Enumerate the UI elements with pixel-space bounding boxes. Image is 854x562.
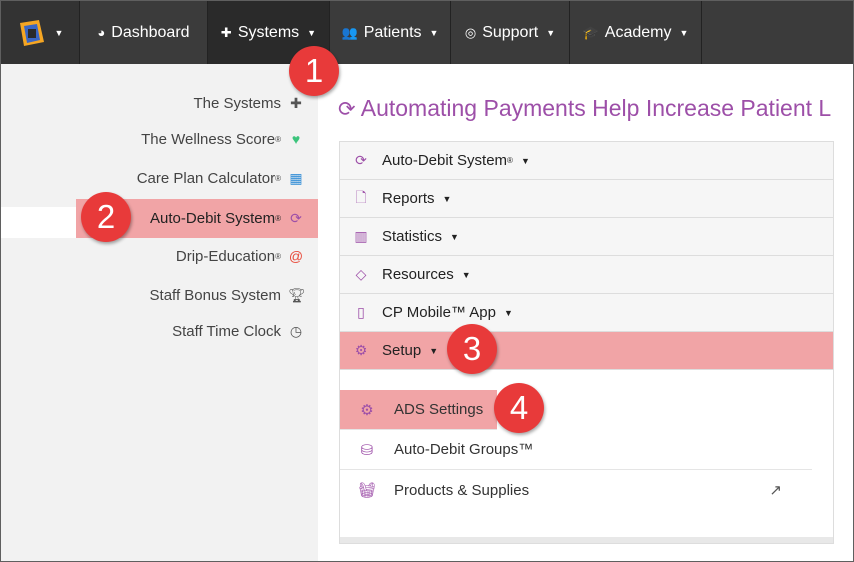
sidebar: The Systems ✚ The Wellness Score ® ♥ Care… bbox=[1, 64, 318, 561]
sidebar-item-label: The Wellness Score bbox=[141, 130, 276, 148]
nav-dashboard-label: Dashboard bbox=[111, 23, 190, 41]
bar-chart-icon: ▥ bbox=[354, 228, 368, 244]
clock-icon: ◷ bbox=[289, 322, 303, 339]
lifebuoy-icon: ◎ bbox=[464, 24, 477, 40]
sidebar-item-label: The Systems bbox=[193, 94, 281, 112]
chevron-down-icon: ▼ bbox=[429, 345, 439, 356]
nav-academy-label: Academy bbox=[604, 23, 672, 41]
diamond-icon: ◇ bbox=[355, 266, 367, 282]
refresh-icon: ⟳ bbox=[338, 98, 356, 121]
menu-row-setup[interactable]: ⚙ Setup ▼ bbox=[340, 332, 833, 370]
sidebar-item-the-systems[interactable]: The Systems ✚ bbox=[1, 85, 318, 121]
chevron-down-icon: ▼ bbox=[429, 27, 439, 38]
sidebar-item-label: Auto-Debit System bbox=[150, 210, 276, 227]
submenu-item-auto-debit-groups[interactable]: ⛁ Auto-Debit Groups™ bbox=[340, 430, 812, 470]
menu-row-cp-mobile-app[interactable]: ▯ CP Mobile™ App ▼ bbox=[340, 294, 833, 332]
sidebar-item-label: Drip-Education bbox=[175, 247, 276, 265]
trophy-icon: 🏆︎ bbox=[288, 286, 306, 303]
calculator-icon: ▦ bbox=[289, 169, 303, 186]
puzzle-icon: ✚ bbox=[290, 94, 302, 111]
database-icon: ⛁ bbox=[360, 441, 374, 459]
callout-badge-4: 4 bbox=[494, 383, 544, 433]
nav-dashboard[interactable]: ◕ Dashboard bbox=[80, 1, 208, 64]
menu-panel: ⟳ Auto-Debit System ® ▼ 🗋 Reports ▼ ▥ Sta… bbox=[339, 141, 834, 544]
file-icon: 🗋 bbox=[355, 188, 367, 205]
sidebar-item-care-plan-calculator[interactable]: Care Plan Calculator ® ▦ bbox=[1, 160, 318, 196]
external-link-icon[interactable]: ↗ bbox=[769, 481, 782, 499]
sidebar-item-staff-bonus-system[interactable]: Staff Bonus System 🏆︎ bbox=[1, 277, 318, 313]
chevron-down-icon: ▼ bbox=[679, 27, 689, 38]
chevron-down-icon: ▼ bbox=[54, 27, 64, 38]
page-title: ⟳ Automating Payments Help Increase Pati… bbox=[338, 95, 832, 121]
sidebar-item-drip-education[interactable]: Drip-Education ® @ bbox=[1, 238, 318, 274]
dashboard-icon: ◕ bbox=[97, 25, 106, 40]
logo-icon bbox=[19, 19, 44, 46]
menu-row-resources[interactable]: ◇ Resources ▼ bbox=[340, 256, 833, 294]
top-nav: ▼ ◕ Dashboard ✚ Systems ▼ 👥 Patients ▼ ◎… bbox=[1, 1, 853, 64]
chevron-down-icon: ▼ bbox=[520, 155, 530, 166]
sidebar-item-label: Staff Time Clock bbox=[172, 322, 281, 340]
basket-icon: 🧺︎ bbox=[357, 482, 377, 499]
menu-row-auto-debit-system[interactable]: ⟳ Auto-Debit System ® ▼ bbox=[340, 142, 833, 180]
users-icon: 👥 bbox=[341, 24, 358, 40]
menu-row-statistics[interactable]: ▥ Statistics ▼ bbox=[340, 218, 833, 256]
main-content: ⟳ Automating Payments Help Increase Pati… bbox=[318, 64, 853, 561]
at-icon: @ bbox=[288, 248, 304, 264]
menu-row-reports[interactable]: 🗋 Reports ▼ bbox=[340, 180, 833, 218]
heart-pulse-icon: ♥ bbox=[291, 131, 301, 147]
sidebar-item-wellness-score[interactable]: The Wellness Score ® ♥ bbox=[1, 121, 318, 157]
chevron-down-icon: ▼ bbox=[503, 307, 513, 318]
sidebar-item-label: Care Plan Calculator bbox=[136, 169, 276, 187]
mobile-icon: ▯ bbox=[357, 304, 365, 320]
puzzle-icon: ✚ bbox=[220, 24, 232, 40]
submenu-item-ads-settings[interactable]: ⚙ ADS Settings bbox=[340, 390, 497, 430]
nav-support-label: Support bbox=[482, 23, 539, 41]
chevron-down-icon: ▼ bbox=[307, 27, 317, 38]
sidebar-item-label: Staff Bonus System bbox=[149, 286, 281, 304]
chevron-down-icon: ▼ bbox=[450, 231, 459, 242]
chevron-down-icon: ▼ bbox=[546, 27, 556, 38]
refresh-icon: ⟳ bbox=[290, 210, 302, 226]
gears-icon: ⚙ bbox=[354, 342, 368, 358]
chevron-down-icon: ▼ bbox=[442, 193, 452, 204]
graduation-cap-icon: 🎓 bbox=[582, 24, 599, 40]
callout-badge-1: 1 bbox=[289, 46, 339, 96]
callout-badge-3: 3 bbox=[447, 324, 497, 374]
nav-support[interactable]: ◎ Support ▼ bbox=[451, 1, 570, 64]
sidebar-item-staff-time-clock[interactable]: Staff Time Clock ◷ bbox=[1, 313, 318, 349]
logo-menu-button[interactable]: ▼ bbox=[1, 1, 80, 64]
refresh-icon: ⟳ bbox=[355, 152, 367, 168]
submenu-item-products-supplies[interactable]: 🧺︎ Products & Supplies ↗ bbox=[340, 470, 812, 510]
nav-systems-label: Systems bbox=[237, 23, 300, 41]
nav-patients[interactable]: 👥 Patients ▼ bbox=[330, 1, 451, 64]
callout-badge-2: 2 bbox=[81, 192, 131, 242]
chevron-down-icon: ▼ bbox=[461, 269, 471, 280]
nav-academy[interactable]: 🎓 Academy ▼ bbox=[570, 1, 702, 64]
nav-patients-label: Patients bbox=[363, 23, 422, 41]
gear-icon: ⚙ bbox=[360, 401, 374, 419]
